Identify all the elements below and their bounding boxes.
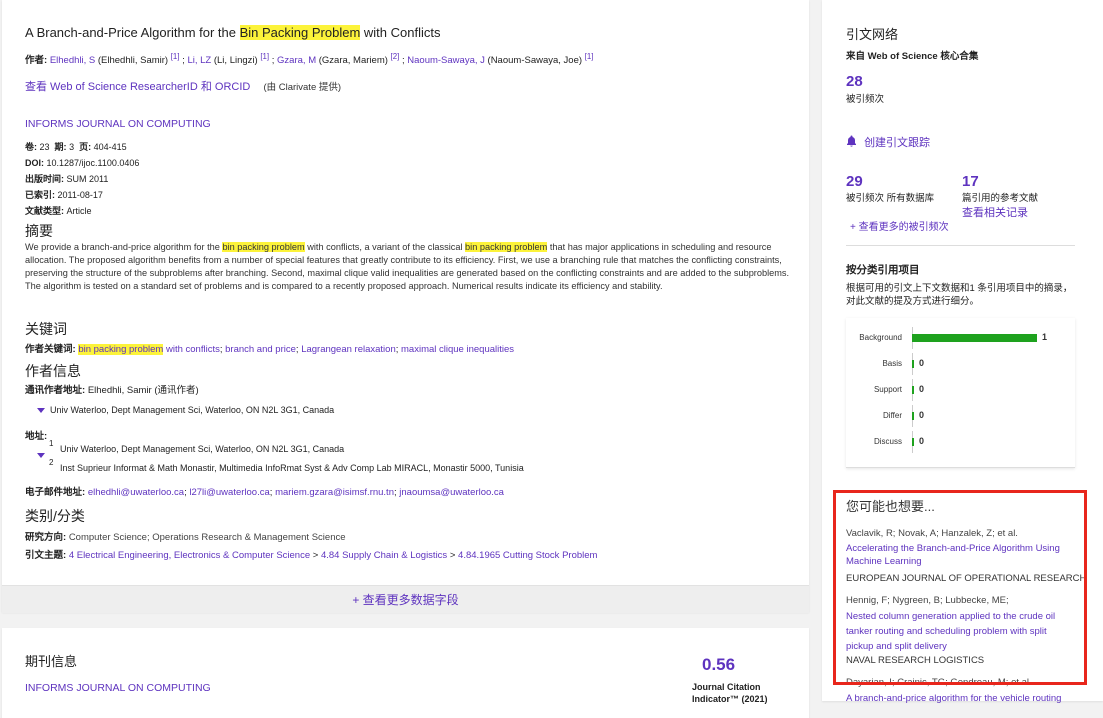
chart-value-label: 0 [919, 358, 925, 368]
abstract-segment: We provide a branch-and-price algorithm … [25, 242, 223, 252]
chart-row: Differ 0 [846, 405, 1075, 427]
chart-bar[interactable] [912, 360, 914, 368]
chart-category-label: Discuss [873, 437, 902, 446]
clarivate-note: (由 Clarivate 提供) [263, 82, 342, 93]
author-link[interactable]: Li, LZ [187, 55, 211, 66]
related-records-link[interactable]: 查看相关记录 [962, 204, 1028, 220]
author-link[interactable]: Gzara, M [277, 55, 316, 66]
chart-category-label: Support [873, 385, 902, 394]
address-2: Inst Suprieur Informat & Math Monastir, … [60, 463, 524, 473]
addr-num-2: 2 [49, 458, 54, 467]
journal-info-heading: 期刊信息 [25, 654, 78, 669]
abstract-highlight: bin packing problem [465, 242, 548, 252]
keyword-link[interactable]: maximal clique inequalities [401, 344, 514, 355]
annotation-box [833, 490, 1087, 685]
corresponding-author: 通讯作者地址: Elhedhli, Samir (通讯作者) [25, 385, 199, 396]
citation-source: 来自 Web of Science 核心合集 [846, 51, 979, 62]
author-info-heading: 作者信息 [25, 363, 81, 379]
topic-link[interactable]: 4.84.1965 Cutting Stock Problem [458, 550, 597, 561]
authors-line: 作者: Elhedhli, S (Elhedhli, Samir) [1] ; … [25, 52, 594, 67]
all-db-label: 被引频次 所有数据库 [846, 193, 935, 204]
chart-bar[interactable] [912, 386, 914, 394]
topic-link[interactable]: 4 Electrical Engineering, Electronics & … [69, 550, 310, 561]
author-keywords: 作者关键词: bin packing problem with conflict… [25, 344, 515, 355]
create-alert-row[interactable]: 创建引文跟踪 [846, 134, 930, 150]
chart-row: Background 1 [846, 327, 1075, 349]
email-row: 电子邮件地址: elhedhli@uwaterloo.ca; l27li@uwa… [25, 487, 504, 498]
abstract-segment: with conflicts, a variant of the classic… [304, 242, 466, 252]
address-1: Univ Waterloo, Dept Management Sci, Wate… [60, 444, 345, 454]
journal-link[interactable]: INFORMS JOURNAL ON COMPUTING [25, 118, 211, 130]
bell-icon [847, 135, 856, 147]
chart-category-label: Basis [882, 359, 902, 368]
keywords-heading: 关键词 [25, 321, 67, 337]
keyword-link[interactable]: bin packing problem with conflicts [78, 344, 220, 355]
chart-row: Basis 0 [846, 353, 1075, 375]
jci-value[interactable]: 0.56 [702, 655, 735, 675]
keyword-link[interactable]: branch and price [225, 344, 296, 355]
citation-sidebar: 引文网络 来自 Web of Science 核心合集 28 被引频次 创建引文… [822, 0, 1103, 704]
more-citation-counts-link[interactable]: + 查看更多的被引频次 [850, 218, 949, 233]
chart-row: Support 0 [846, 379, 1075, 401]
refs-label: 篇引用的参考文献 [962, 193, 1039, 204]
all-db-count[interactable]: 29 [846, 173, 863, 190]
by-category-desc: 根据可用的引文上下文数据和1 条引用项目中的摘录，对此文献的提及方式进行细分。 [846, 283, 1073, 307]
chart-category-label: Differ [883, 411, 902, 420]
create-alert-link[interactable]: 创建引文跟踪 [864, 137, 930, 149]
times-cited-label: 被引频次 [846, 94, 885, 105]
chart-value-label: 0 [919, 384, 925, 394]
author-link[interactable]: Naoum-Sawaya, J [407, 55, 485, 66]
chart-category-label: Background [859, 333, 902, 342]
chart-value-label: 0 [919, 410, 925, 420]
chart-bar[interactable] [912, 438, 914, 446]
addr-num-1: 1 [49, 439, 54, 448]
chart-row: Discuss 0 [846, 431, 1075, 453]
researcher-id-row: 查看 Web of Science ResearcherID 和 ORCID (… [25, 78, 341, 94]
refs-count[interactable]: 17 [962, 173, 979, 190]
times-cited-count[interactable]: 28 [846, 73, 863, 90]
abstract-highlight: bin packing problem [222, 242, 305, 252]
journal-info-card: 期刊信息 INFORMS JOURNAL ON COMPUTING 0.56 J… [2, 628, 809, 718]
email-link[interactable]: mariem.gzara@isimsf.rnu.tn [275, 487, 394, 498]
abstract-text: We provide a branch-and-price algorithm … [25, 241, 790, 293]
author-link[interactable]: Elhedhli, S [50, 55, 95, 66]
caret-down-icon[interactable] [37, 452, 45, 458]
researcher-id-link[interactable]: 查看 Web of Science ResearcherID 和 ORCID [25, 81, 250, 93]
journal-info-link[interactable]: INFORMS JOURNAL ON COMPUTING [25, 682, 211, 694]
chart-value-label: 0 [919, 436, 925, 446]
rec-title-link[interactable]: A branch-and-price algorithm for the veh… [846, 692, 1086, 705]
topic-link[interactable]: 4.84 Supply Chain & Logistics [321, 550, 447, 561]
see-more-fields-button[interactable]: + 查看更多数据字段 [2, 585, 809, 613]
chart-bar[interactable] [912, 412, 914, 420]
citation-context-chart: Background 1 Basis 0 Support 0 Differ 0 Discuss 0 [846, 318, 1075, 468]
jci-label: Journal Citation [692, 682, 761, 692]
keyword-link[interactable]: Lagrangean relaxation [301, 344, 396, 355]
abstract-heading: 摘要 [25, 223, 53, 239]
email-link[interactable]: elhedhli@uwaterloo.ca [88, 487, 184, 498]
citation-network-heading: 引文网络 [846, 27, 899, 42]
research-area: 研究方向: Computer Science; Operations Resea… [25, 532, 346, 543]
record-title: A Branch-and-Price Algorithm for the Bin… [25, 25, 441, 40]
bib-meta: 卷: 23 期: 3 页: 404-415 DOI: 10.1287/ijoc.… [25, 142, 140, 216]
citation-topics: 引文主题: 4 Electrical Engineering, Electron… [25, 550, 598, 561]
chart-value-label: 1 [1042, 332, 1048, 342]
addresses-caret[interactable] [37, 450, 45, 461]
email-link[interactable]: l27li@uwaterloo.ca [189, 487, 269, 498]
addresses-label: 地址: [25, 431, 48, 442]
corresponding-address: Univ Waterloo, Dept Management Sci, Wate… [37, 405, 334, 415]
category-heading: 类别/分类 [25, 508, 85, 524]
by-category-heading: 按分类引用项目 [846, 264, 920, 276]
chart-bar[interactable] [912, 334, 1037, 342]
email-link[interactable]: jnaoumsa@uwaterloo.ca [399, 487, 504, 498]
caret-down-icon[interactable] [37, 408, 45, 414]
divider [846, 245, 1075, 246]
record-card: A Branch-and-Price Algorithm for the Bin… [2, 0, 809, 612]
jci-label-2: Indicator™ (2021) [692, 694, 768, 704]
